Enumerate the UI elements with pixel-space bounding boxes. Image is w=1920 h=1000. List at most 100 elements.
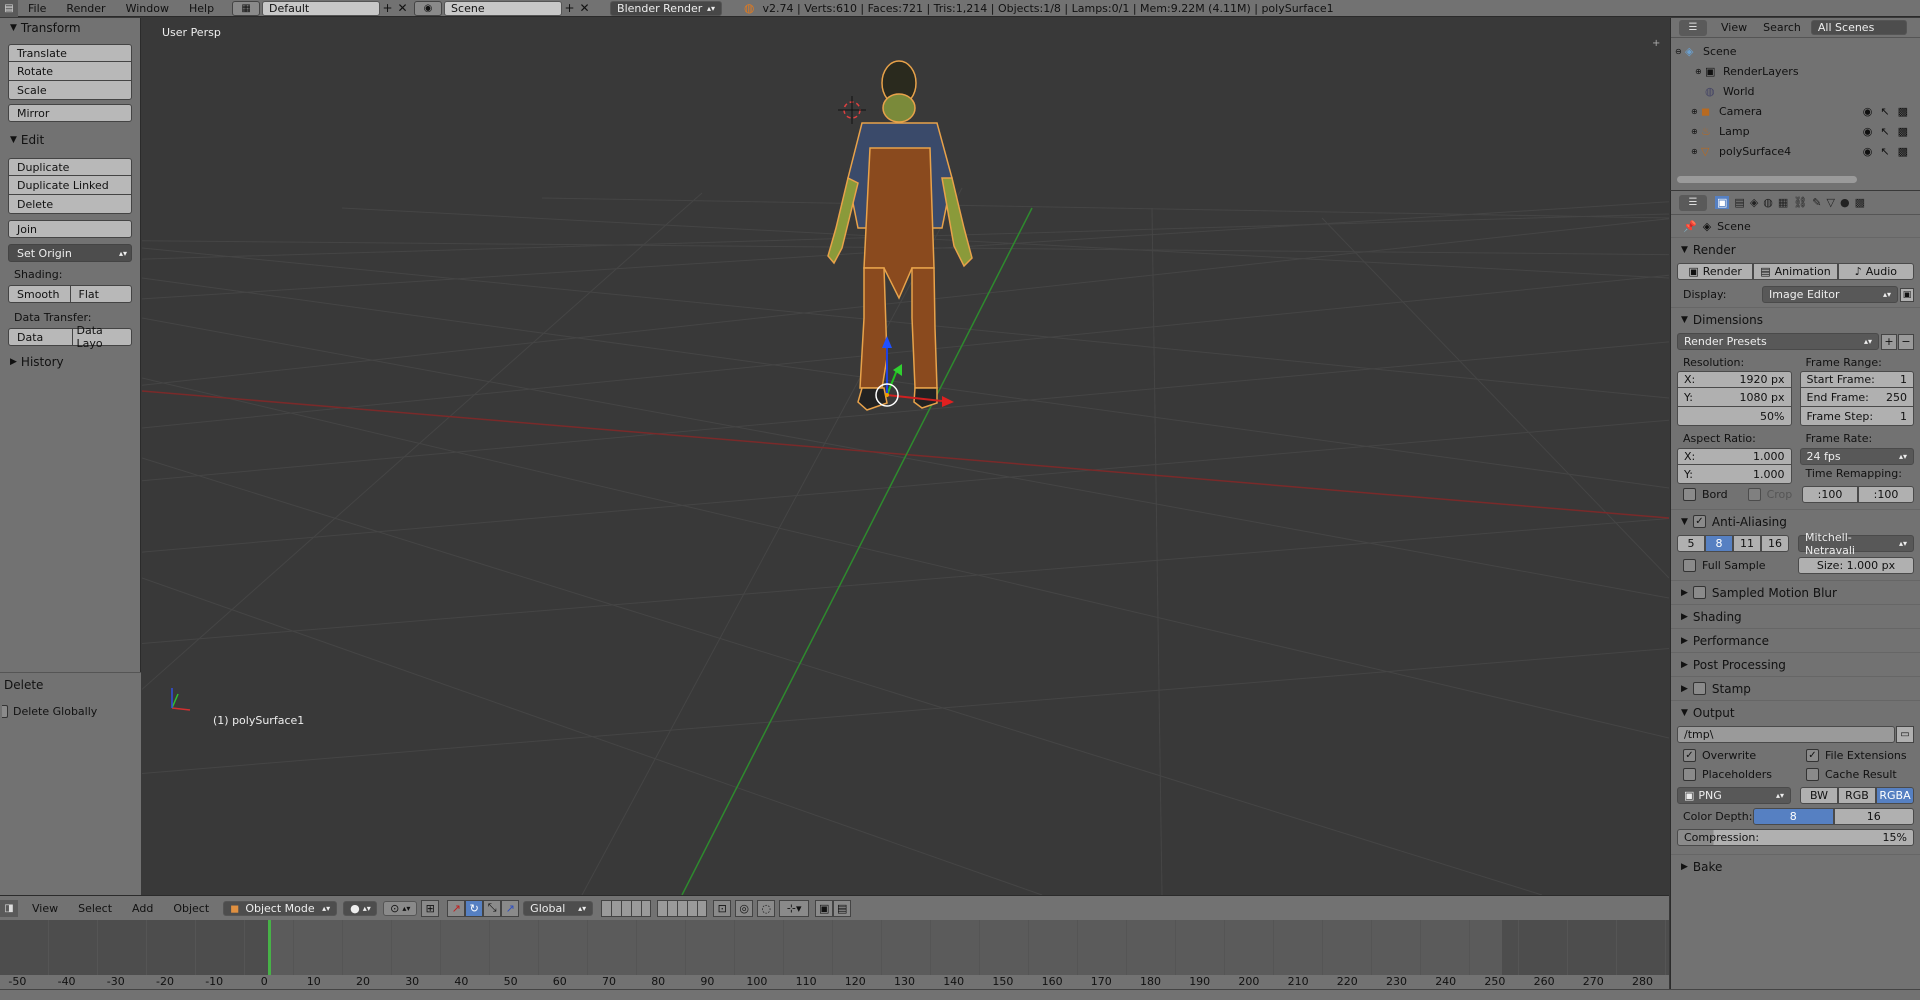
panel-bake-header[interactable]: ▶ Bake bbox=[1671, 854, 1920, 878]
visibility-eye-icon[interactable]: ◉ bbox=[1863, 125, 1873, 138]
outliner-scrollbar[interactable] bbox=[1677, 176, 1857, 183]
menu-view[interactable]: View bbox=[32, 902, 58, 915]
scale-manipulator-icon[interactable]: ⤡ bbox=[483, 899, 502, 917]
panel-performance-header[interactable]: ▶ Performance bbox=[1671, 628, 1920, 652]
aa-samples-16[interactable]: 16 bbox=[1761, 535, 1789, 552]
join-button[interactable]: Join bbox=[8, 220, 132, 238]
menu-object[interactable]: Object bbox=[173, 902, 209, 915]
render-engine-select[interactable]: Blender Render ▴▾ bbox=[610, 0, 723, 16]
scale-button[interactable]: Scale bbox=[8, 80, 132, 100]
duplicate-linked-button[interactable]: Duplicate Linked bbox=[8, 175, 132, 195]
panel-antialiasing-header[interactable]: ▼ ✓ Anti-Aliasing bbox=[1671, 509, 1920, 533]
antialiasing-checkbox[interactable]: ✓ bbox=[1692, 515, 1706, 528]
add-layout-icon[interactable]: + bbox=[380, 1, 395, 16]
pin-icon[interactable]: 📌 bbox=[1683, 220, 1697, 233]
panel-shading-header[interactable]: ▶ Shading bbox=[1671, 604, 1920, 628]
editor-type-icon[interactable]: ◨ bbox=[0, 899, 18, 917]
snap-element-icon[interactable]: ⊹▾ bbox=[779, 899, 810, 917]
folder-icon[interactable]: ▭ bbox=[1896, 726, 1914, 743]
data-layout-button[interactable]: Data Layo bbox=[71, 324, 132, 350]
transform-orientation-extra-icon[interactable]: ↗ bbox=[501, 899, 520, 917]
visibility-eye-icon[interactable]: ◉ bbox=[1863, 105, 1873, 118]
remove-preset-icon[interactable]: − bbox=[1898, 333, 1914, 350]
outliner-item-camera[interactable]: ⊕ ◼ Camera ◉ ↖ ▩ bbox=[1671, 101, 1920, 121]
aa-samples-8[interactable]: 8 bbox=[1705, 535, 1733, 552]
select-arrow-icon[interactable]: ↖ bbox=[1880, 145, 1889, 158]
remove-layout-icon[interactable]: ✕ bbox=[395, 1, 410, 16]
outliner-display-select[interactable]: All Scenes bbox=[1810, 20, 1907, 35]
render-presets-select[interactable]: Render Presets ▴▾ bbox=[1677, 333, 1879, 350]
3d-cursor[interactable] bbox=[838, 96, 866, 124]
layers-tab-icon[interactable]: ▤ bbox=[1734, 196, 1744, 209]
panel-stamp-header[interactable]: ▶ Stamp bbox=[1671, 676, 1920, 700]
remap-new-field[interactable]: :100 bbox=[1858, 486, 1914, 503]
viewport-shading-select[interactable]: ● ▴▾ bbox=[343, 900, 378, 916]
render-tab-icon[interactable]: ▣ bbox=[1715, 196, 1730, 209]
properties-editor-icon[interactable]: ☰ bbox=[1679, 194, 1707, 211]
aa-samples-11[interactable]: 11 bbox=[1733, 535, 1761, 552]
overwrite-checkbox[interactable]: ✓ bbox=[1683, 749, 1696, 762]
panel-history-header[interactable]: ▶ History bbox=[0, 352, 140, 372]
add-scene-icon[interactable]: + bbox=[562, 1, 577, 16]
remove-scene-icon[interactable]: ✕ bbox=[577, 1, 592, 16]
visibility-eye-icon[interactable]: ◉ bbox=[1863, 145, 1873, 158]
delete-globally-checkbox[interactable] bbox=[2, 705, 8, 718]
outliner-editor-icon[interactable]: ☰ bbox=[1679, 19, 1707, 36]
world-tab-icon[interactable]: ◍ bbox=[1763, 196, 1773, 209]
frame-step-field[interactable]: Frame Step: 1 bbox=[1799, 406, 1914, 426]
color-depth-16[interactable]: 16 bbox=[1833, 808, 1914, 825]
mirror-button[interactable]: Mirror bbox=[8, 104, 132, 122]
end-frame-field[interactable]: End Frame: 250 bbox=[1799, 387, 1914, 407]
menu-render[interactable]: Render bbox=[56, 2, 115, 15]
select-arrow-icon[interactable]: ↖ bbox=[1880, 125, 1889, 138]
scene-layers-grid-2[interactable] bbox=[657, 899, 708, 917]
remap-old-field[interactable]: :100 bbox=[1802, 486, 1858, 503]
set-origin-dropdown[interactable]: Set Origin ▴▾ bbox=[8, 244, 132, 262]
stamp-checkbox[interactable] bbox=[1692, 682, 1706, 695]
crop-checkbox[interactable] bbox=[1747, 488, 1761, 501]
modifiers-tab-icon[interactable]: ✎ bbox=[1812, 196, 1821, 209]
outliner-item-lamp[interactable]: ⊕ ♨ Lamp ◉ ↖ ▩ bbox=[1671, 121, 1920, 141]
render-camera-icon[interactable]: ▩ bbox=[1898, 145, 1908, 158]
3d-viewport[interactable]: User Persp (1) polySurface1 + bbox=[142, 18, 1669, 895]
menu-select[interactable]: Select bbox=[78, 902, 112, 915]
file-format-select[interactable]: ▣ PNG ▴▾ bbox=[1677, 787, 1791, 804]
flat-button[interactable]: Flat bbox=[69, 285, 132, 303]
frame-rate-select[interactable]: 24 fps ▴▾ bbox=[1799, 448, 1914, 465]
color-depth-8[interactable]: 8 bbox=[1753, 808, 1834, 825]
cache-result-checkbox[interactable] bbox=[1806, 768, 1819, 781]
lock-layers-icon[interactable]: ⊡ bbox=[713, 899, 732, 917]
data-transfer-button[interactable]: Data bbox=[8, 328, 73, 346]
delete-button[interactable]: Delete bbox=[8, 194, 132, 214]
constraints-tab-icon[interactable]: ⛓ bbox=[1793, 196, 1807, 209]
file-extensions-checkbox[interactable]: ✓ bbox=[1806, 749, 1819, 762]
aspect-x-field[interactable]: X: 1.000 bbox=[1677, 448, 1792, 465]
editor-type-icon[interactable]: ▤ bbox=[0, 0, 18, 17]
screen-layout-icon[interactable]: ▦ bbox=[232, 0, 261, 16]
proportional-edit-icon[interactable]: ◎ bbox=[735, 899, 754, 917]
aa-filter-select[interactable]: Mitchell-Netravali ▴▾ bbox=[1798, 531, 1914, 557]
render-animation-button[interactable]: ▤ Animation bbox=[1753, 263, 1838, 280]
scene-selector-icon[interactable]: ◉ bbox=[414, 0, 443, 16]
scene-field[interactable]: Scene bbox=[444, 0, 563, 16]
menu-file[interactable]: File bbox=[18, 2, 56, 15]
border-checkbox[interactable] bbox=[1683, 488, 1696, 501]
add-preset-icon[interactable]: + bbox=[1881, 333, 1897, 350]
outliner-item-polysurface4[interactable]: ⊕ ▽ polySurface4 ◉ ↖ ▩ bbox=[1671, 141, 1920, 161]
menu-help[interactable]: Help bbox=[179, 2, 224, 15]
aspect-y-field[interactable]: Y: 1.000 bbox=[1677, 464, 1792, 484]
resolution-y-field[interactable]: Y: 1080 px bbox=[1677, 387, 1792, 407]
render-audio-button[interactable]: ♪ Audio bbox=[1837, 263, 1914, 280]
outliner-view-menu[interactable]: View bbox=[1721, 21, 1747, 34]
timeline-area[interactable] bbox=[0, 920, 1669, 975]
scene-tab-icon[interactable]: ◈ bbox=[1750, 196, 1758, 209]
outliner-item-renderlayers[interactable]: ⊕ ▣ RenderLayers bbox=[1671, 61, 1920, 81]
color-mode-rgba[interactable]: RGBA bbox=[1876, 787, 1914, 804]
motion-blur-checkbox[interactable] bbox=[1692, 586, 1706, 599]
panel-transform-header[interactable]: ▼ Transform bbox=[0, 18, 140, 38]
output-path-field[interactable]: /tmp\ bbox=[1677, 726, 1895, 743]
data-tab-icon[interactable]: ▽ bbox=[1826, 196, 1834, 209]
panel-post-processing-header[interactable]: ▶ Post Processing bbox=[1671, 652, 1920, 676]
panel-output-header[interactable]: ▼ Output bbox=[1671, 700, 1920, 724]
outliner-item-scene[interactable]: ⊖ ◈ Scene bbox=[1671, 41, 1920, 61]
